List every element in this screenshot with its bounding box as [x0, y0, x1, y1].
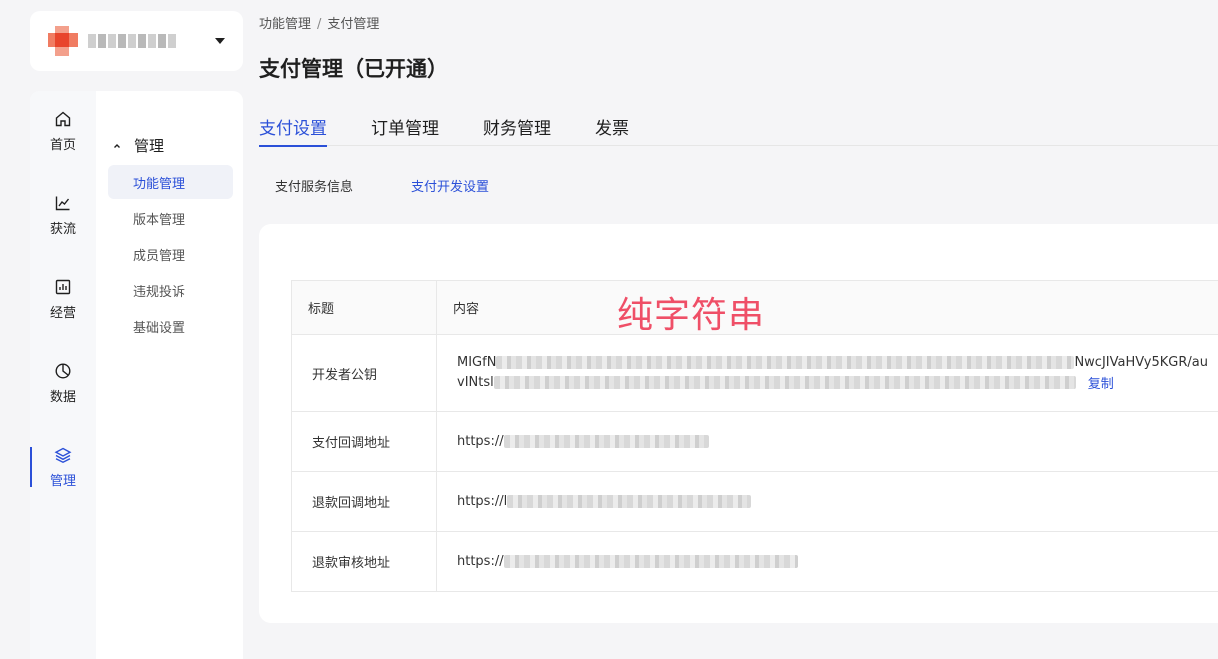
copy-button[interactable]: 复制	[1088, 373, 1114, 392]
breadcrumb-separator: /	[317, 17, 322, 32]
account-switcher[interactable]	[30, 11, 243, 71]
rail-item-manage[interactable]: 管理	[30, 439, 96, 495]
key-line1-suffix: NwcJIVaHVy5KGR/au	[1074, 354, 1208, 370]
table-row: 开发者公钥 MIGfN NwcJIVaHVy5KGR/au vINtsl 复制	[292, 335, 1218, 412]
redacted-text	[503, 435, 709, 448]
subtab-dev-settings[interactable]: 支付开发设置	[411, 176, 489, 195]
rail-item-business[interactable]: 经营	[30, 271, 96, 327]
page-title: 支付管理（已开通）	[259, 57, 448, 81]
table-row: 支付回调地址 https://	[292, 412, 1218, 472]
url-prefix: https://	[457, 434, 504, 449]
table-row: 退款回调地址 https://l	[292, 472, 1218, 532]
trend-chart-icon	[55, 196, 70, 210]
rail-item-data[interactable]: 数据	[30, 355, 96, 411]
breadcrumb-current: 支付管理	[327, 17, 380, 32]
refund-review-url: https://	[437, 532, 1218, 591]
bar-chart-icon	[55, 279, 71, 294]
subtab-service-info[interactable]: 支付服务信息	[275, 176, 353, 195]
tab-payment-settings[interactable]: 支付设置	[259, 114, 327, 147]
breadcrumb-parent[interactable]: 功能管理	[259, 17, 311, 32]
caret-down-icon[interactable]	[215, 38, 225, 44]
key-line1-prefix: MIGfN	[457, 354, 497, 370]
rail-label: 首页	[49, 137, 76, 153]
rail-label: 管理	[49, 473, 76, 489]
home-icon	[55, 111, 71, 126]
menu-item-member-management[interactable]: 成员管理	[108, 237, 233, 271]
breadcrumb: 功能管理 / 支付管理	[259, 13, 379, 32]
row-label: 支付回调地址	[292, 412, 437, 471]
key-line2-prefix: vINtsl	[457, 374, 494, 390]
menu-item-violation-complaints[interactable]: 违规投诉	[108, 273, 233, 307]
rail-label: 经营	[49, 305, 76, 321]
refund-callback-url: https://l	[437, 472, 1218, 531]
tab-bar: 支付设置 订单管理 财务管理 发票	[259, 110, 1218, 147]
pie-chart-icon	[55, 362, 71, 379]
nav-panel: 首页 获流 经营 数据 管理 管理 功能管理 版本管理 成员管理 违规投诉 基础…	[30, 91, 243, 659]
row-label: 开发者公钥	[292, 335, 437, 411]
rail-item-traffic[interactable]: 获流	[30, 187, 96, 243]
menu-item-basic-settings[interactable]: 基础设置	[108, 309, 233, 343]
menu-group-manage[interactable]: 管理	[112, 135, 164, 156]
developer-public-key: MIGfN NwcJIVaHVy5KGR/au vINtsl 复制	[437, 335, 1218, 411]
header-title: 标题	[292, 281, 437, 334]
row-label: 退款回调地址	[292, 472, 437, 531]
table-row: 退款审核地址 https://	[292, 532, 1218, 592]
primary-rail: 首页 获流 经营 数据 管理	[30, 91, 96, 659]
annotation-text: 纯字符串	[617, 295, 766, 336]
layers-icon	[54, 447, 72, 463]
rail-label: 获流	[49, 221, 76, 237]
account-name-redacted	[88, 34, 176, 48]
url-prefix: https://l	[457, 494, 508, 509]
chevron-up-icon	[114, 143, 120, 148]
app-root: 首页 获流 经营 数据 管理 管理 功能管理 版本管理 成员管理 违规投诉 基础…	[0, 0, 1218, 659]
menu-item-version-management[interactable]: 版本管理	[108, 201, 233, 235]
rail-item-home[interactable]: 首页	[30, 103, 96, 159]
account-logo	[46, 24, 80, 58]
redacted-text	[507, 495, 752, 508]
redacted-text	[493, 375, 1076, 389]
row-label: 退款审核地址	[292, 532, 437, 591]
url-prefix: https://	[457, 554, 504, 569]
tab-invoice[interactable]: 发票	[595, 114, 629, 146]
menu-item-feature-management[interactable]: 功能管理	[108, 165, 233, 199]
menu-group-label: 管理	[134, 137, 165, 155]
payment-callback-url: https://	[437, 412, 1218, 471]
tab-finance-management[interactable]: 财务管理	[483, 114, 551, 146]
header-content: 内容	[453, 302, 480, 317]
redacted-text	[496, 355, 1075, 369]
tab-order-management[interactable]: 订单管理	[371, 114, 439, 146]
rail-label: 数据	[49, 389, 76, 405]
redacted-text	[503, 555, 798, 568]
